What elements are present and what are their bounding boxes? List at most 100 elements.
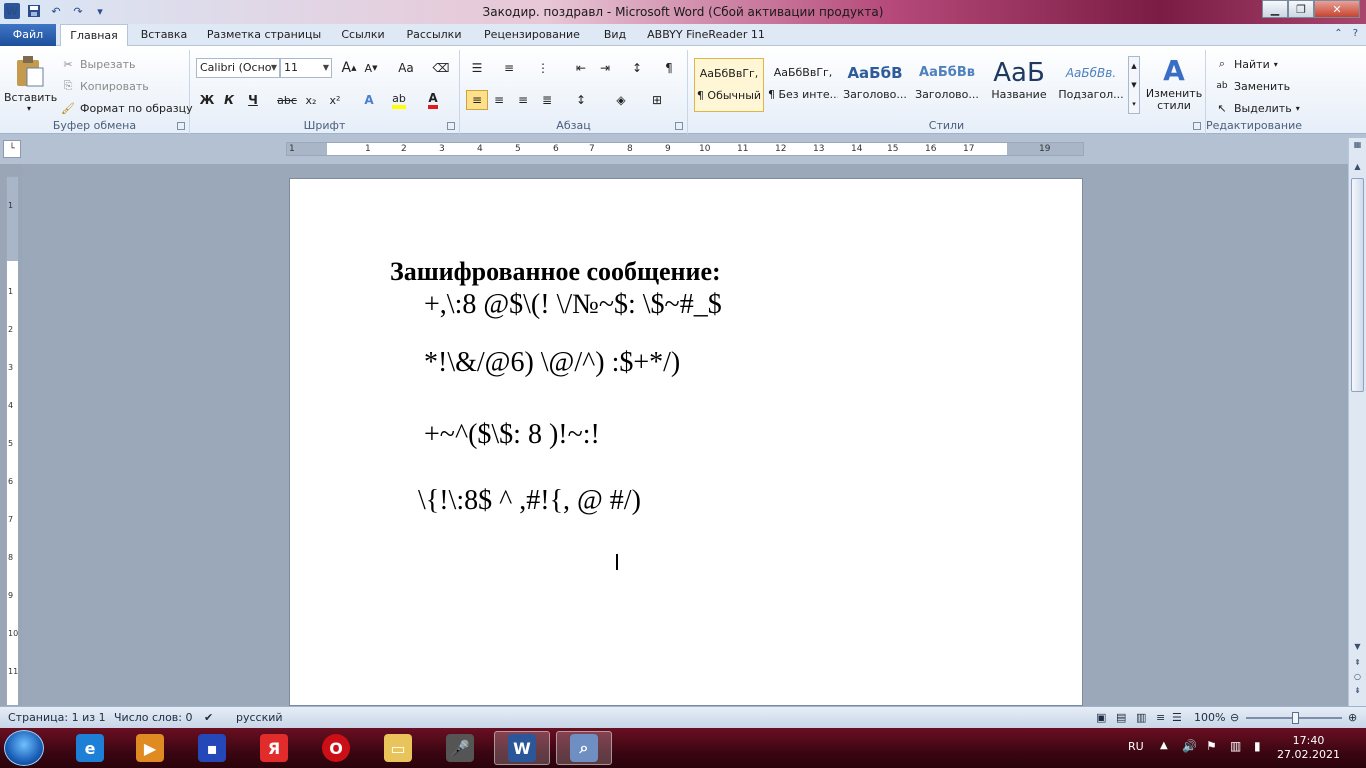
- taskbar-media[interactable]: ▶: [122, 731, 178, 765]
- power-icon[interactable]: ▮: [1254, 739, 1261, 753]
- minimize-button[interactable]: ▁: [1262, 0, 1288, 18]
- grow-font-button[interactable]: A ▲: [338, 58, 360, 78]
- bullets-icon[interactable]: ☰: [466, 58, 488, 78]
- language-indicator[interactable]: RU: [1128, 740, 1144, 753]
- spellcheck-icon[interactable]: ✔: [204, 711, 213, 724]
- close-button[interactable]: ✕: [1314, 0, 1360, 18]
- shrink-font-button[interactable]: A ▼: [360, 58, 382, 78]
- tab-insert[interactable]: Вставка: [136, 24, 192, 46]
- tab-selector-icon[interactable]: └: [3, 140, 21, 158]
- draft-icon[interactable]: ☰: [1172, 711, 1182, 724]
- cut-button[interactable]: ✂ Вырезать: [60, 56, 135, 72]
- borders-icon[interactable]: ⊞: [646, 90, 668, 110]
- taskbar-yandex[interactable]: Я: [246, 731, 302, 765]
- shading-icon[interactable]: ◈: [610, 90, 632, 110]
- subscript-button[interactable]: x₂: [300, 90, 322, 110]
- change-styles-button[interactable]: A Изменить стили: [1144, 54, 1204, 112]
- font-name-combo[interactable]: Calibri (Осно ▼: [196, 58, 280, 78]
- clock[interactable]: 17:40 27.02.2021: [1277, 734, 1340, 762]
- volume-icon[interactable]: 🔊: [1182, 739, 1197, 753]
- style-no-spacing[interactable]: АаБбВвГг, ¶ Без инте...: [768, 58, 838, 112]
- italic-button[interactable]: К: [218, 90, 240, 110]
- vertical-scrollbar[interactable]: ▦ ▲ ▼ ⇞ ○ ⇟: [1348, 138, 1366, 706]
- align-left-icon[interactable]: ≡: [466, 90, 488, 110]
- action-center-icon[interactable]: ⚑: [1206, 739, 1217, 753]
- network-icon[interactable]: ▥: [1230, 739, 1241, 753]
- style-title[interactable]: АаБ Название: [984, 58, 1054, 112]
- paste-dropdown-icon[interactable]: ▾: [4, 104, 54, 113]
- align-right-icon[interactable]: ≡: [512, 90, 534, 110]
- style-heading-1[interactable]: АаБбВ Заголово...: [840, 58, 910, 112]
- browse-object-icon[interactable]: ○: [1351, 672, 1364, 686]
- help-icon[interactable]: ?: [1353, 28, 1358, 39]
- style-normal[interactable]: АаБбВвГг, ¶ Обычный: [694, 58, 764, 112]
- document-page[interactable]: Зашифрованное сообщение: +,\:8 @$\(! \/№…: [289, 178, 1083, 706]
- reading-mode-icon[interactable]: ▤: [1116, 711, 1126, 724]
- tab-references[interactable]: Ссылки: [336, 24, 390, 46]
- strikethrough-button[interactable]: abc: [276, 90, 298, 110]
- language[interactable]: русский: [236, 711, 283, 724]
- zoom-level[interactable]: 100%: [1194, 711, 1225, 724]
- outline-icon[interactable]: ≡: [1156, 711, 1165, 724]
- copy-button[interactable]: ⎘ Копировать: [60, 78, 149, 94]
- paragraph-launcher-icon[interactable]: [675, 122, 683, 130]
- font-color-icon[interactable]: A: [422, 90, 444, 110]
- taskbar-word[interactable]: W: [494, 731, 550, 765]
- style-subtitle[interactable]: АаБбВв. Подзагол...: [1056, 58, 1126, 112]
- font-size-combo[interactable]: 11 ▼: [280, 58, 332, 78]
- taskbar-opera[interactable]: O: [308, 731, 364, 765]
- superscript-button[interactable]: x²: [324, 90, 346, 110]
- tab-mailings[interactable]: Рассылки: [402, 24, 466, 46]
- select-button[interactable]: ↖ Выделить ▾: [1214, 100, 1299, 116]
- show-hidden-icons[interactable]: ▲: [1160, 740, 1168, 751]
- taskbar-save[interactable]: ▪: [184, 731, 240, 765]
- increase-indent-icon[interactable]: ⇥: [594, 58, 616, 78]
- justify-icon[interactable]: ≣: [536, 90, 558, 110]
- minimize-ribbon-icon[interactable]: ⌃: [1334, 28, 1342, 39]
- clear-format-icon[interactable]: ⌫: [430, 58, 452, 78]
- tab-abbyy[interactable]: ABBYY FineReader 11: [646, 24, 766, 46]
- replace-button[interactable]: ab Заменить: [1214, 78, 1290, 94]
- page-count[interactable]: Страница: 1 из 1: [8, 711, 106, 724]
- scroll-down-icon[interactable]: ▼: [1351, 642, 1364, 656]
- print-layout-icon[interactable]: ▣: [1096, 711, 1106, 724]
- scroll-thumb[interactable]: [1351, 178, 1364, 392]
- multilevel-list-icon[interactable]: ⋮: [532, 58, 554, 78]
- numbering-icon[interactable]: ≡: [498, 58, 520, 78]
- word-count[interactable]: Число слов: 0: [114, 711, 193, 724]
- zoom-slider-knob[interactable]: [1292, 712, 1299, 724]
- tab-home[interactable]: Главная: [60, 24, 128, 47]
- start-button[interactable]: [4, 730, 44, 766]
- web-layout-icon[interactable]: ▥: [1136, 711, 1146, 724]
- paste-button[interactable]: Вставить ▾: [4, 54, 57, 113]
- zoom-in-icon[interactable]: ⊕: [1348, 711, 1357, 724]
- scroll-up-icon[interactable]: ▲: [1351, 162, 1364, 176]
- tab-file[interactable]: Файл: [0, 24, 56, 46]
- taskbar-mic[interactable]: 🎤: [432, 731, 488, 765]
- decrease-indent-icon[interactable]: ⇤: [570, 58, 592, 78]
- align-center-icon[interactable]: ≡: [488, 90, 510, 110]
- next-page-icon[interactable]: ⇟: [1351, 686, 1364, 700]
- styles-launcher-icon[interactable]: [1193, 122, 1201, 130]
- zoom-out-icon[interactable]: ⊖: [1230, 711, 1239, 724]
- font-launcher-icon[interactable]: [447, 122, 455, 130]
- taskbar-ie[interactable]: e: [62, 731, 118, 765]
- style-heading-2[interactable]: АаБбВв Заголово...: [912, 58, 982, 112]
- horizontal-ruler[interactable]: 1 1 2 3 4 5 6 7 8 9 10 11 12 13 14 15 16…: [286, 142, 1084, 156]
- prev-page-icon[interactable]: ⇞: [1351, 658, 1364, 672]
- tab-review[interactable]: Рецензирование: [478, 24, 586, 46]
- format-painter-button[interactable]: 🖌 Формат по образцу: [60, 100, 193, 116]
- find-button[interactable]: ⌕ Найти ▾: [1214, 56, 1278, 72]
- restore-button[interactable]: ❐: [1288, 0, 1314, 18]
- tab-page-layout[interactable]: Разметка страницы: [204, 24, 324, 46]
- tab-view[interactable]: Вид: [598, 24, 632, 46]
- change-case-button[interactable]: Аа: [392, 58, 420, 78]
- clipboard-launcher-icon[interactable]: [177, 122, 185, 130]
- styles-scroll[interactable]: ▲ ▼ ▾: [1128, 56, 1140, 114]
- highlight-icon[interactable]: ab: [388, 90, 410, 110]
- taskbar-explorer[interactable]: ▭: [370, 731, 426, 765]
- underline-button[interactable]: Ч: [242, 90, 264, 110]
- sort-icon[interactable]: ↕: [626, 58, 648, 78]
- vertical-ruler[interactable]: 1 1 2 3 4 5 6 7 8 9 10 11: [6, 176, 19, 706]
- line-spacing-icon[interactable]: ↕: [570, 90, 592, 110]
